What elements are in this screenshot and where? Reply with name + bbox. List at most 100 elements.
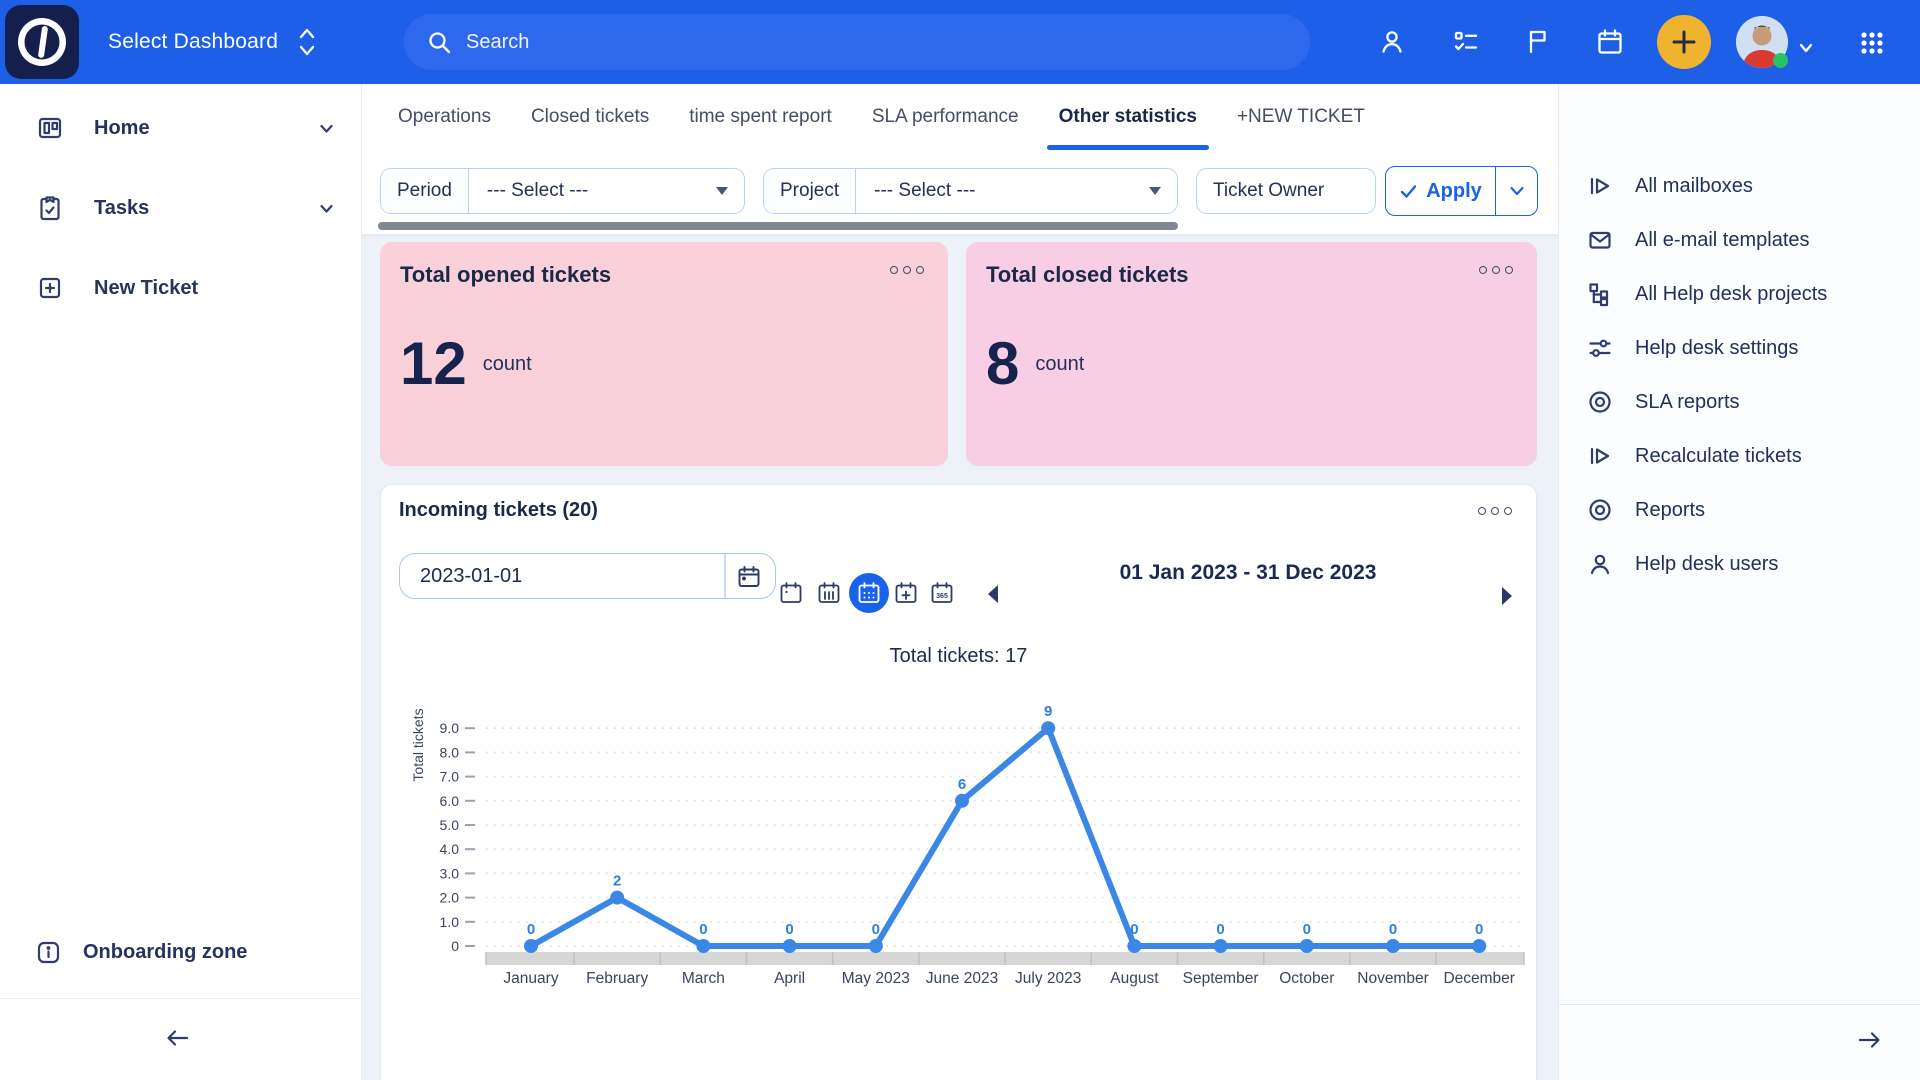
flag-button[interactable] (1516, 20, 1560, 64)
calendar-add-view-button[interactable] (893, 580, 919, 606)
svg-text:December: December (1443, 970, 1515, 987)
svg-text:January: January (503, 970, 558, 987)
svg-text:September: September (1183, 970, 1259, 987)
apps-grid-icon (1857, 28, 1887, 58)
info-icon (36, 940, 61, 965)
chevron-up-down-icon (296, 25, 318, 59)
menu-item-all-mailboxes[interactable]: All mailboxes (1559, 159, 1920, 213)
sidebar-item-tasks[interactable]: Tasks (0, 168, 361, 248)
period-filter[interactable]: Period --- Select --- (380, 168, 745, 214)
caret-down-icon (1796, 38, 1816, 58)
recalculate-icon (1587, 443, 1613, 469)
arrow-right-icon (1499, 585, 1515, 607)
menu-item-sla-reports[interactable]: SLA reports (1559, 375, 1920, 429)
tasks-icon (36, 194, 64, 222)
apply-dropdown-button[interactable] (1496, 167, 1537, 215)
start-date-input[interactable] (400, 554, 720, 598)
sidebar-bottom-bar (0, 998, 361, 1080)
ticket-owner-filter-label: Ticket Owner (1197, 169, 1340, 213)
collapse-sidebar-button[interactable] (160, 1021, 194, 1055)
menu-item-label: Reports (1635, 499, 1705, 522)
card-unit: count (1035, 353, 1084, 376)
period-filter-value: --- Select --- (469, 180, 716, 202)
expand-panel-button[interactable] (1853, 1023, 1887, 1057)
dashboard-selector[interactable]: Select Dashboard (108, 0, 318, 84)
mailboxes-icon (1587, 173, 1613, 199)
right-sidebar: All mailboxes All e-mail templates All H… (1558, 84, 1920, 1080)
calendar-week-view-button[interactable] (816, 580, 842, 606)
users-icon (1587, 551, 1613, 577)
sidebar-item-home[interactable]: Home (0, 88, 361, 168)
calendar-icon (736, 564, 762, 590)
svg-text:0: 0 (1475, 921, 1483, 938)
next-period-button[interactable] (1499, 585, 1515, 607)
collapse-left-icon (160, 1021, 194, 1055)
menu-item-helpdesk-users[interactable]: Help desk users (1559, 537, 1920, 591)
check-icon (1399, 182, 1418, 201)
panel-title: Incoming tickets (20) (399, 499, 598, 522)
svg-text:0: 0 (1389, 921, 1397, 938)
previous-period-button[interactable] (985, 583, 1001, 605)
onboarding-zone-label: Onboarding zone (83, 941, 247, 964)
ticket-owner-filter[interactable]: Ticket Owner (1196, 168, 1376, 214)
tab-other-statistics[interactable]: Other statistics (1057, 84, 1199, 150)
sidebar-item-label: Tasks (94, 197, 149, 220)
card-menu-button[interactable] (1479, 266, 1513, 274)
add-icon (1669, 27, 1699, 57)
sidebar-item-new-ticket[interactable]: New Ticket (0, 248, 361, 328)
search-icon (426, 29, 452, 55)
tasks-checklist-button[interactable] (1444, 20, 1488, 64)
onedesk-logo-icon (13, 13, 71, 71)
menu-item-helpdesk-projects[interactable]: All Help desk projects (1559, 267, 1920, 321)
tab-closed-tickets[interactable]: Closed tickets (529, 84, 651, 150)
add-button[interactable] (1657, 15, 1711, 69)
date-range-label: 01 Jan 2023 - 31 Dec 2023 (1113, 555, 1383, 591)
tab-time-spent-report[interactable]: time spent report (687, 84, 834, 150)
apply-button-group: Apply (1385, 166, 1538, 216)
tab-new-ticket[interactable]: +NEW TICKET (1235, 84, 1367, 150)
tab-sla-performance[interactable]: SLA performance (870, 84, 1021, 150)
app-logo[interactable] (5, 5, 79, 79)
caret-down-icon (716, 187, 728, 195)
projects-tree-icon (1587, 281, 1613, 307)
calendar-picker-button[interactable] (736, 564, 762, 590)
menu-item-label: All Help desk projects (1635, 283, 1827, 306)
reports-target-icon (1587, 497, 1613, 523)
card-menu-button[interactable] (890, 266, 924, 274)
svg-text:2.0: 2.0 (440, 890, 460, 906)
start-date-field (399, 553, 776, 599)
total-closed-tickets-card: Total closed tickets 8 count (966, 242, 1537, 466)
helpdesk-menu: All mailboxes All e-mail templates All H… (1559, 159, 1920, 591)
svg-text:February: February (586, 970, 648, 987)
calendar-year-view-button[interactable]: 365 (929, 580, 955, 606)
svg-text:0: 0 (1130, 921, 1138, 938)
content-header: Operations Closed tickets time spent rep… (362, 84, 1558, 234)
menu-item-label: Help desk settings (1635, 337, 1798, 360)
menu-item-reports[interactable]: Reports (1559, 483, 1920, 537)
email-templates-icon (1587, 227, 1613, 253)
filters-scrollbar[interactable] (378, 222, 1178, 230)
svg-text:365: 365 (936, 593, 948, 600)
avatar-menu-caret[interactable] (1792, 26, 1820, 70)
apply-button[interactable]: Apply (1386, 167, 1496, 215)
panel-menu-button[interactable] (1478, 507, 1512, 515)
chevron-down-icon[interactable] (318, 120, 335, 137)
menu-item-recalculate-tickets[interactable]: Recalculate tickets (1559, 429, 1920, 483)
tab-operations[interactable]: Operations (396, 84, 493, 150)
user-button[interactable] (1370, 20, 1414, 64)
menu-item-helpdesk-settings[interactable]: Help desk settings (1559, 321, 1920, 375)
calendar-day-view-button[interactable] (778, 580, 804, 606)
menu-item-email-templates[interactable]: All e-mail templates (1559, 213, 1920, 267)
svg-text:June 2023: June 2023 (926, 970, 998, 987)
svg-text:1.0: 1.0 (440, 914, 460, 930)
onboarding-zone-item[interactable]: Onboarding zone (0, 928, 361, 976)
sidebar-item-label: Home (94, 117, 150, 140)
search-input[interactable] (466, 31, 1310, 54)
apps-grid-button[interactable] (1850, 21, 1894, 65)
menu-item-label: All e-mail templates (1635, 229, 1810, 252)
project-filter[interactable]: Project --- Select --- (763, 168, 1178, 214)
calendar-month-view-button[interactable] (856, 580, 882, 606)
calendar-button[interactable] (1588, 20, 1632, 64)
chevron-down-icon[interactable] (318, 200, 335, 217)
svg-text:0: 0 (872, 921, 880, 938)
